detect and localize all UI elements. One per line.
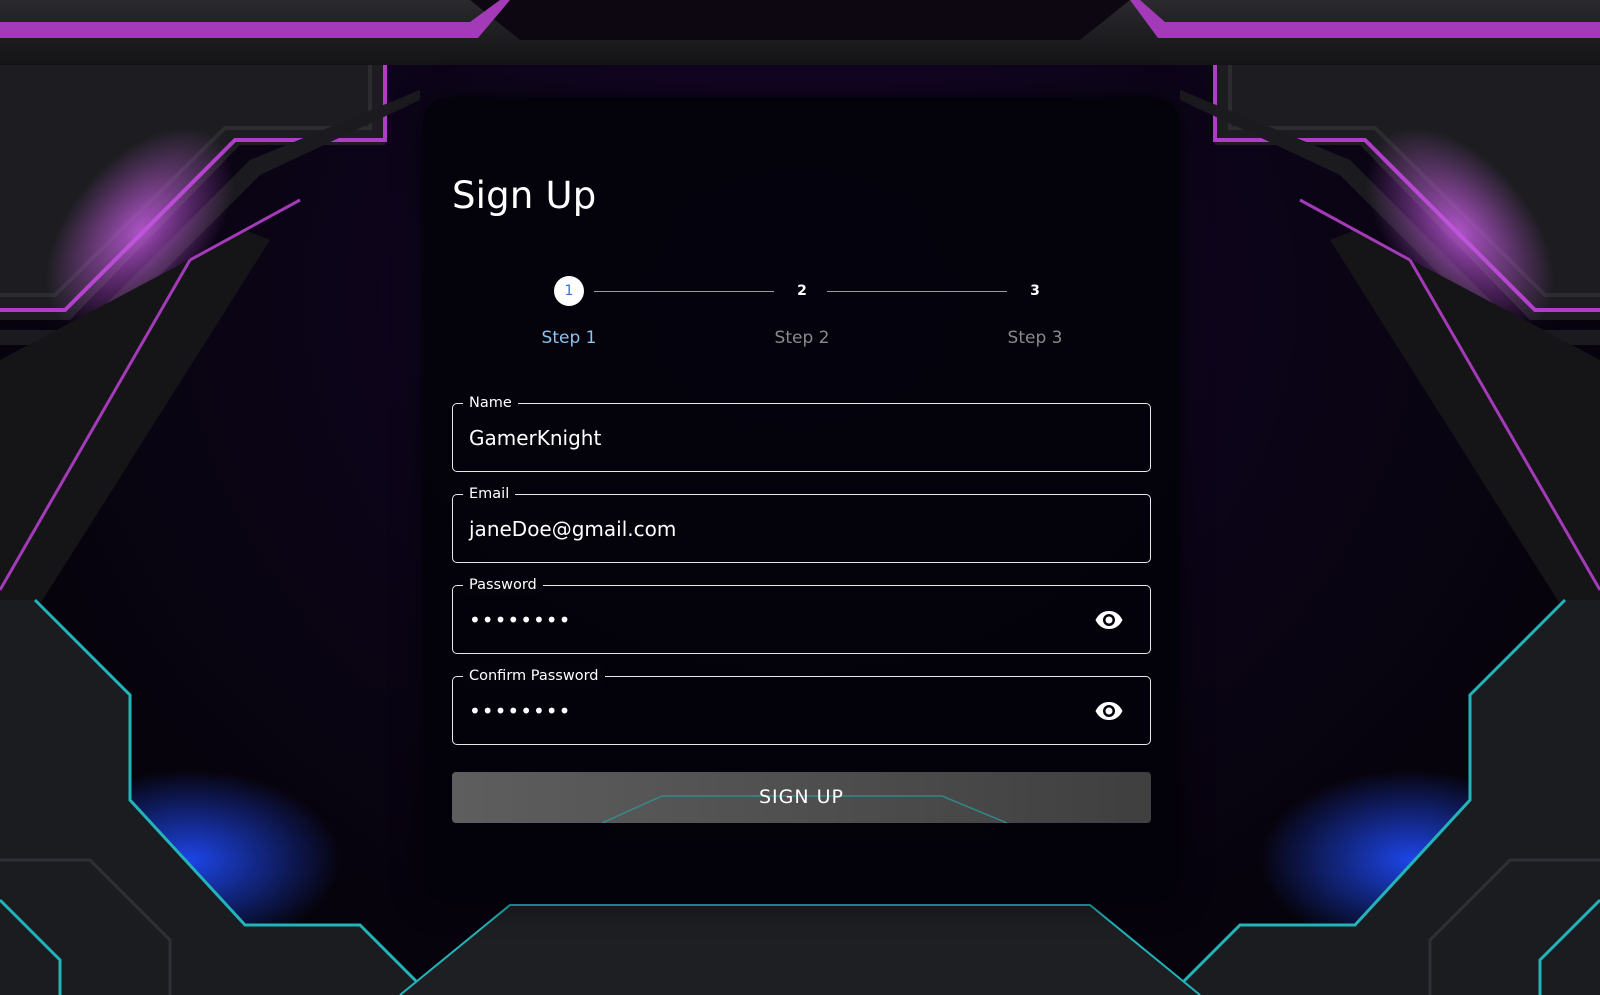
email-field-label: Email xyxy=(463,484,516,504)
password-field[interactable]: Password •••••••• xyxy=(452,575,1151,654)
password-field-label: Password xyxy=(463,575,543,595)
sign-up-page: Sign Up 1 2 3 Step 1 Step 2 Step 3 Name … xyxy=(0,0,1600,995)
step-2-label: Step 2 xyxy=(774,328,830,348)
step-3-indicator[interactable]: 3 xyxy=(1020,276,1050,306)
confirm-password-input[interactable]: •••••••• xyxy=(469,697,571,725)
sign-up-button-label: SIGN UP xyxy=(758,786,844,808)
step-1-indicator[interactable]: 1 xyxy=(554,276,584,306)
step-connector xyxy=(594,291,774,292)
eye-icon[interactable] xyxy=(1094,608,1124,632)
email-input[interactable]: janeDoe@gmail.com xyxy=(469,515,676,543)
step-2-indicator[interactable]: 2 xyxy=(787,276,817,306)
sign-up-button[interactable]: SIGN UP xyxy=(452,772,1151,823)
step-3-label: Step 3 xyxy=(1007,328,1063,348)
password-input[interactable]: •••••••• xyxy=(469,606,571,634)
name-input[interactable]: GamerKnight xyxy=(469,424,601,452)
confirm-password-field-label: Confirm Password xyxy=(463,666,605,686)
confirm-password-field[interactable]: Confirm Password •••••••• xyxy=(452,666,1151,745)
stepper: 1 2 3 Step 1 Step 2 Step 3 xyxy=(452,276,1152,356)
name-field-label: Name xyxy=(463,393,518,413)
step-connector xyxy=(827,291,1007,292)
page-title: Sign Up xyxy=(452,174,597,217)
eye-icon[interactable] xyxy=(1094,699,1124,723)
step-1-label: Step 1 xyxy=(541,328,597,348)
name-field[interactable]: Name GamerKnight xyxy=(452,393,1151,472)
email-field[interactable]: Email janeDoe@gmail.com xyxy=(452,484,1151,563)
